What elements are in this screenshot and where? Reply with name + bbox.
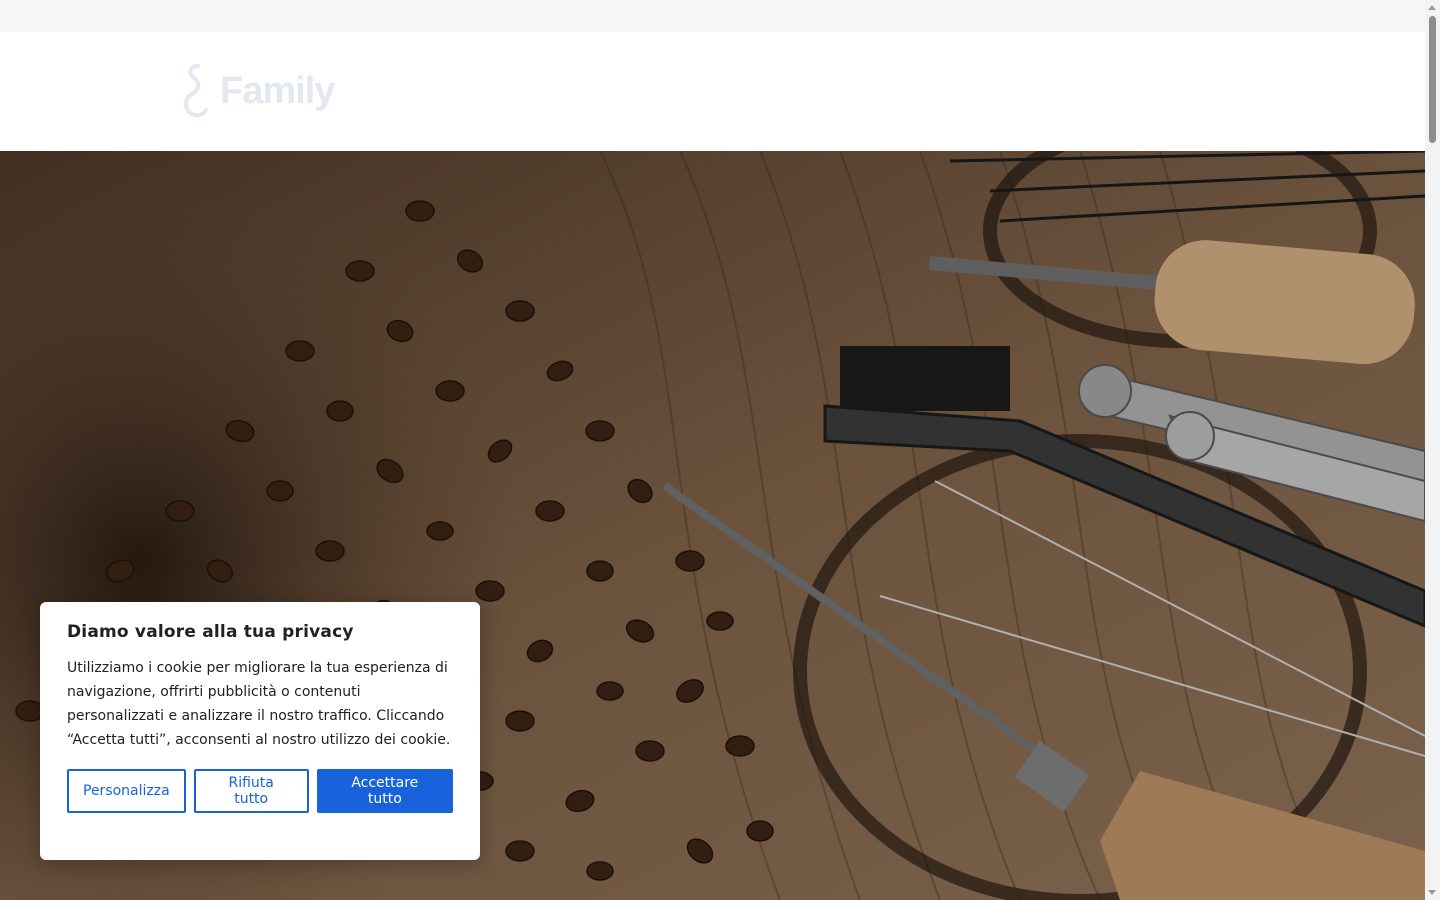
cookie-banner-actions: Personalizza Rifiuta tutto Accettare tut… bbox=[67, 769, 453, 813]
cookie-consent-banner: Diamo valore alla tua privacy Utilizziam… bbox=[40, 602, 480, 860]
announcement-bar bbox=[0, 0, 1425, 32]
site-logo[interactable]: Family bbox=[180, 62, 335, 120]
scrollbar-thumb[interactable] bbox=[1429, 16, 1436, 143]
page: Family Diamo valore alla tua privacy Uti… bbox=[0, 0, 1440, 900]
logo-text: Family bbox=[220, 69, 335, 112]
scroll-up-icon[interactable] bbox=[1428, 5, 1436, 10]
scroll-down-icon[interactable] bbox=[1428, 890, 1436, 895]
accept-all-button[interactable]: Accettare tutto bbox=[316, 769, 453, 813]
cookie-banner-title: Diamo valore alla tua privacy bbox=[67, 622, 354, 642]
reject-all-button[interactable]: Rifiuta tutto bbox=[193, 769, 309, 813]
scrollbar[interactable] bbox=[1425, 0, 1440, 900]
logo-icon bbox=[184, 64, 208, 118]
site-header: Family bbox=[0, 32, 1425, 151]
cookie-banner-description: Utilizziamo i cookie per migliorare la t… bbox=[67, 660, 451, 748]
customize-button[interactable]: Personalizza bbox=[67, 769, 186, 813]
